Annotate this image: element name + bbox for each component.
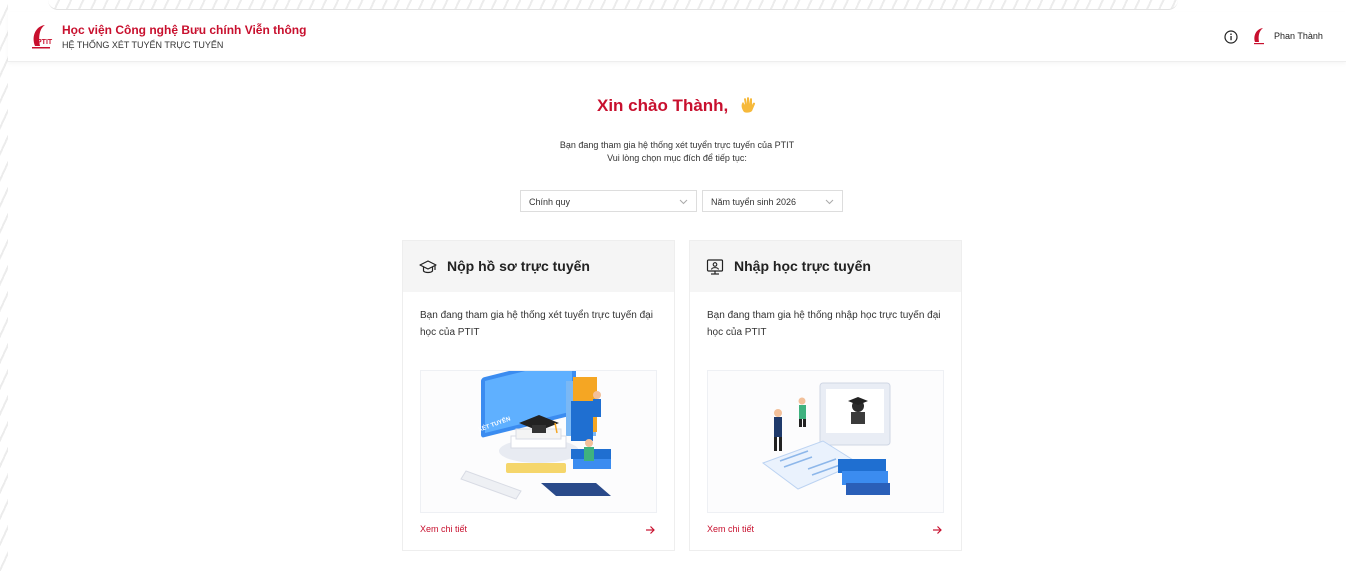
logo-text: PTIT xyxy=(37,39,53,46)
card-description: Bạn đang tham gia hệ thống xét tuyển trự… xyxy=(420,310,653,338)
year-select-value: Năm tuyển sinh 2026 xyxy=(711,197,797,207)
card-online-enrollment[interactable]: Nhập học trực tuyến Bạn đang tham gia hệ… xyxy=(689,240,962,551)
browser-top-strip xyxy=(48,0,1178,10)
ptit-logo[interactable]: PTIT xyxy=(28,22,56,50)
card-header: Nhập học trực tuyến xyxy=(690,241,961,292)
page: PTIT Học viện Công nghệ Bưu chính Viễn t… xyxy=(8,0,1346,571)
greeting-text: Xin chào Thành, xyxy=(596,96,729,115)
header-title: Học viện Công nghệ Bưu chính Viễn thông xyxy=(62,23,307,37)
chevron-down-icon xyxy=(825,199,834,205)
card-online-application[interactable]: Nộp hồ sơ trực tuyến Bạn đang tham gia h… xyxy=(402,240,675,551)
waving-hand-icon xyxy=(741,97,756,113)
card-header: Nộp hồ sơ trực tuyến xyxy=(403,241,674,292)
graduation-cap-icon xyxy=(419,260,437,274)
view-details-link[interactable]: Xem chi tiết xyxy=(707,524,754,534)
user-logo-icon[interactable] xyxy=(1252,27,1266,45)
info-icon[interactable] xyxy=(1224,30,1238,44)
program-select[interactable]: Chính quy xyxy=(520,190,697,212)
view-details-link[interactable]: Xem chi tiết xyxy=(420,524,467,534)
arrow-right-icon[interactable] xyxy=(645,525,655,535)
program-select-value: Chính quy xyxy=(529,197,571,207)
greeting: Xin chào Thành, xyxy=(8,96,1346,116)
application-illustration: XÉT TUYỂN xyxy=(420,370,657,513)
enrollment-illustration xyxy=(707,370,944,513)
arrow-right-icon[interactable] xyxy=(932,525,942,535)
intro-line-2: Vui lòng chọn mục đích để tiếp tục: xyxy=(607,153,747,163)
chevron-down-icon xyxy=(679,199,688,205)
monitor-student-icon xyxy=(706,259,724,275)
card-title: Nhập học trực tuyến xyxy=(734,258,871,274)
header-subtitle: HỆ THỐNG XÉT TUYỂN TRỰC TUYẾN xyxy=(62,40,224,50)
card-title: Nộp hồ sơ trực tuyến xyxy=(447,258,590,274)
card-description: Bạn đang tham gia hệ thống nhập học trực… xyxy=(707,310,941,338)
intro-line-1: Bạn đang tham gia hệ thống xét tuyển trự… xyxy=(559,140,795,150)
app-header: PTIT Học viện Công nghệ Bưu chính Viễn t… xyxy=(8,12,1346,62)
user-name[interactable]: Phan Thành xyxy=(1274,31,1323,41)
year-select[interactable]: Năm tuyển sinh 2026 xyxy=(702,190,843,212)
intro-text: Bạn đang tham gia hệ thống xét tuyển trự… xyxy=(8,139,1346,165)
